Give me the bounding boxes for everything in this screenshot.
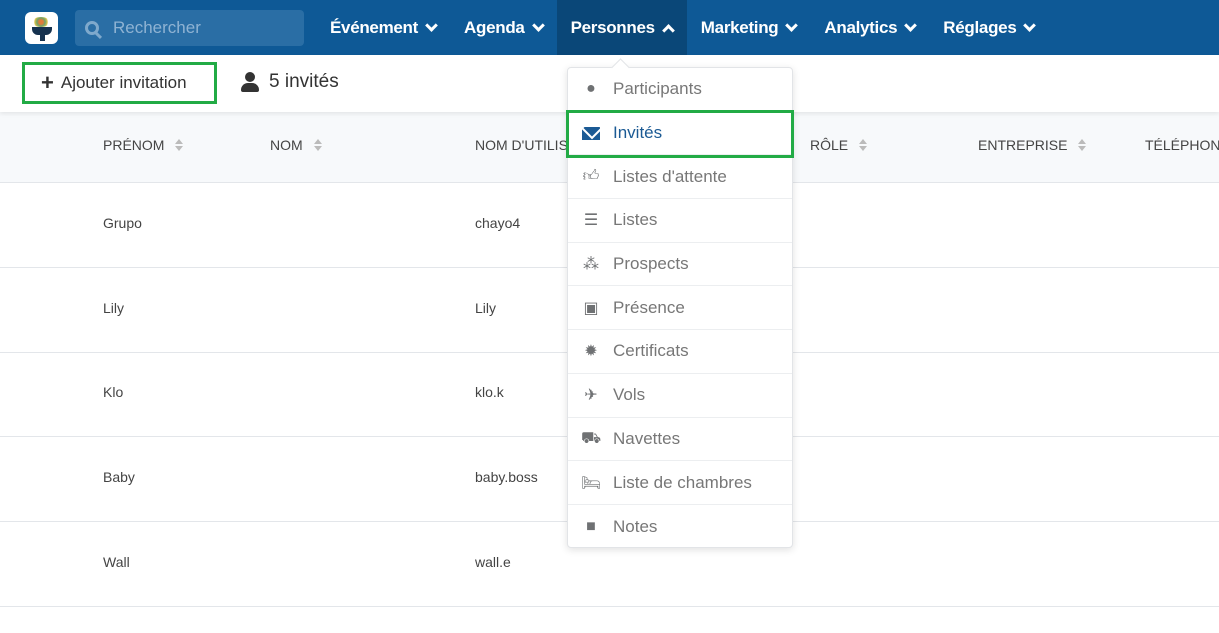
search-box[interactable]: [75, 10, 304, 46]
col-nom[interactable]: NOM: [270, 137, 322, 153]
certificate-icon: ✹: [584, 343, 598, 361]
menu-item-chambres[interactable]: 🛏︎ Liste de chambres: [568, 461, 792, 505]
chevron-down-icon: [1023, 18, 1037, 32]
menu-item-listes-attente[interactable]: 👍︎ Listes d'attente: [568, 155, 792, 200]
cell-prenom: Klo: [103, 384, 124, 400]
nav-label: Marketing: [700, 17, 779, 37]
invite-count: 5 invités: [241, 71, 339, 93]
menu-item-vols[interactable]: ✈ Vols: [568, 374, 792, 418]
top-navbar: Événement Agenda Personnes Marketing Ana…: [0, 0, 1219, 55]
col-label: PRÉNOM: [103, 137, 165, 153]
sort-icon[interactable]: [313, 139, 322, 151]
search-input[interactable]: [113, 18, 293, 38]
search-icon: [85, 21, 99, 35]
nav-label: Agenda: [464, 17, 525, 37]
nav-label: Événement: [330, 17, 419, 37]
user-icon: [241, 72, 259, 92]
col-entreprise[interactable]: ENTREPRISE: [978, 137, 1087, 153]
cell-prenom: Grupo: [103, 215, 142, 231]
menu-label: Participants: [613, 79, 702, 99]
nav-analytics[interactable]: Analytics: [810, 0, 929, 55]
sort-icon[interactable]: [1078, 139, 1087, 151]
chevron-down-icon: [425, 18, 438, 32]
menu-item-prospects[interactable]: ⁂ Prospects: [568, 243, 792, 287]
menu-label: Invités: [613, 123, 663, 143]
menu-item-presence[interactable]: ▣ Présence: [568, 286, 792, 331]
sort-icon[interactable]: [859, 139, 868, 151]
bed-icon: 🛏︎: [580, 474, 602, 492]
nav-evenement[interactable]: Événement: [316, 0, 450, 55]
chevron-down-icon: [785, 18, 799, 32]
envelope-icon: [581, 124, 601, 142]
menu-label: Listes: [613, 210, 658, 230]
nav-label: Analytics: [824, 17, 898, 37]
sort-icon[interactable]: [175, 139, 184, 151]
nav-label: Réglages: [943, 17, 1017, 37]
cell-username: wall.e: [475, 554, 511, 570]
menu-label: Présence: [613, 297, 685, 317]
menu-item-listes[interactable]: ☰ Listes: [568, 199, 792, 243]
plane-icon: ✈: [584, 387, 598, 405]
menu-item-notes[interactable]: ■ Notes: [568, 505, 792, 549]
add-invitation-label: Ajouter invitation: [60, 73, 187, 92]
nav-agenda[interactable]: Agenda: [450, 0, 557, 55]
invite-count-label: 5 invités: [269, 71, 339, 92]
add-invitation-button[interactable]: + Ajouter invitation: [22, 62, 217, 104]
cell-username: Lily: [475, 300, 497, 316]
col-telephone[interactable]: TÉLÉPHONE: [1145, 137, 1219, 153]
user-icon: ●: [586, 80, 596, 98]
col-label: ENTREPRISE: [978, 137, 1068, 153]
cell-prenom: Lily: [103, 300, 125, 316]
chevron-down-icon: [531, 18, 545, 32]
menu-item-participants[interactable]: ● Participants: [568, 68, 792, 112]
thumbs-up-icon: 👍︎: [582, 168, 600, 186]
cell-username: baby.boss: [475, 469, 538, 485]
menu-label: Listes d'attente: [613, 166, 727, 186]
cell-username: klo.k: [475, 384, 504, 400]
main-nav: Événement Agenda Personnes Marketing Ana…: [316, 0, 1048, 55]
menu-item-certificats[interactable]: ✹ Certificats: [568, 330, 792, 374]
nav-label: Personnes: [570, 17, 656, 37]
col-label: TÉLÉPHONE: [1145, 137, 1219, 153]
app-logo[interactable]: [25, 12, 58, 44]
chevron-up-icon: [661, 23, 675, 37]
personnes-dropdown: ● Participants Invités 👍︎ Listes d'attente…: [567, 67, 793, 548]
list-icon: ☰: [583, 212, 599, 230]
note-icon: ■: [586, 517, 596, 535]
nav-personnes[interactable]: Personnes: [556, 0, 687, 55]
menu-label: Liste de chambres: [613, 472, 752, 492]
plus-icon: +: [41, 70, 54, 95]
cell-prenom: Wall: [103, 554, 130, 570]
menu-label: Prospects: [613, 254, 689, 274]
col-label: NOM: [270, 137, 303, 153]
cell-prenom: Baby: [103, 469, 135, 485]
chevron-down-icon: [904, 18, 918, 32]
menu-label: Notes: [613, 516, 658, 536]
menu-label: Vols: [613, 385, 646, 405]
menu-label: Certificats: [613, 341, 689, 361]
car-icon: ⛟: [580, 429, 602, 447]
menu-item-invites[interactable]: Invités: [568, 112, 792, 156]
col-prenom[interactable]: PRÉNOM: [103, 137, 184, 153]
menu-label: Navettes: [613, 428, 681, 448]
nav-reglages[interactable]: Réglages: [929, 0, 1048, 55]
cell-username: chayo4: [475, 215, 521, 231]
nav-marketing[interactable]: Marketing: [687, 0, 811, 55]
col-role[interactable]: RÔLE: [810, 137, 868, 153]
menu-item-navettes[interactable]: ⛟ Navettes: [568, 418, 792, 462]
presence-icon: ▣: [583, 299, 599, 317]
col-label: RÔLE: [810, 137, 849, 153]
users-icon: ⁂: [583, 256, 599, 274]
